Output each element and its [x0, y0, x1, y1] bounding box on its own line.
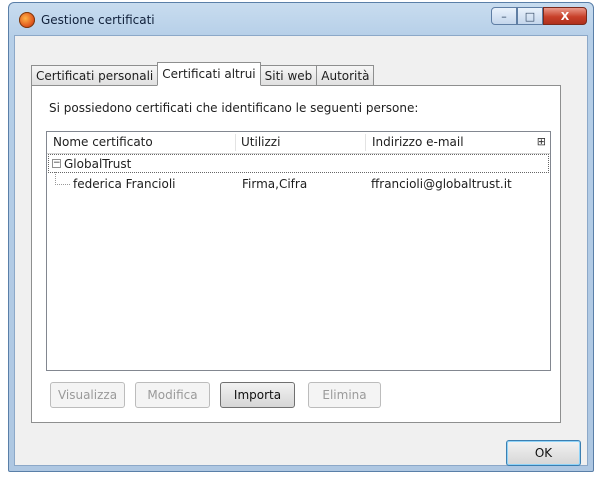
column-header-email[interactable]: Indirizzo e-mail: [372, 135, 464, 149]
minimize-button[interactable]: –: [491, 7, 517, 25]
column-separator[interactable]: [365, 134, 366, 151]
column-separator[interactable]: [235, 134, 236, 151]
tab-others-certificates[interactable]: Certificati altrui: [157, 62, 261, 86]
tree-connector: [55, 172, 70, 185]
maximize-button[interactable]: □: [517, 7, 543, 25]
view-button[interactable]: Visualizza: [50, 382, 125, 408]
dialog-body: Certificati personali Certificati altrui…: [14, 35, 588, 466]
ok-button[interactable]: OK: [506, 440, 581, 466]
certificate-email: ffrancioli@globaltrust.it: [371, 177, 512, 191]
certificate-manager-window: Gestione certificati – □ X Certificati p…: [8, 2, 594, 472]
tab-personal-certificates[interactable]: Certificati personali: [31, 65, 159, 85]
close-button[interactable]: X: [543, 7, 587, 25]
tab-strip: Certificati personali Certificati altrui…: [31, 62, 375, 86]
column-header-usage[interactable]: Utilizzi: [241, 135, 280, 149]
column-picker-icon[interactable]: ⊞: [537, 135, 546, 148]
window-title: Gestione certificati: [41, 13, 155, 27]
tree-row-certificate[interactable]: federica Francioli Firma,Cifra ffranciol…: [48, 172, 549, 194]
title-bar[interactable]: Gestione certificati – □ X: [9, 3, 593, 37]
column-header-name[interactable]: Nome certificato: [53, 135, 153, 149]
tab-panel: Si possiedono certificati che identifica…: [31, 85, 561, 423]
group-name: GlobalTrust: [64, 157, 132, 171]
window-controls: – □ X: [491, 7, 587, 25]
tab-authorities[interactable]: Autorità: [316, 65, 375, 85]
firefox-icon: [19, 12, 35, 28]
tree-row-group[interactable]: − GlobalTrust: [48, 154, 549, 173]
collapse-toggle-icon[interactable]: −: [52, 159, 61, 168]
delete-button[interactable]: Elimina: [308, 382, 381, 408]
certificate-usage: Firma,Cifra: [242, 177, 308, 191]
certificate-tree[interactable]: Nome certificato Utilizzi Indirizzo e-ma…: [46, 131, 551, 371]
edit-button[interactable]: Modifica: [135, 382, 210, 408]
tree-header: Nome certificato Utilizzi Indirizzo e-ma…: [47, 132, 550, 154]
certificate-name: federica Francioli: [73, 177, 176, 191]
tab-websites[interactable]: Siti web: [259, 65, 318, 85]
panel-description: Si possiedono certificati che identifica…: [49, 101, 419, 115]
import-button[interactable]: Importa: [220, 382, 295, 408]
